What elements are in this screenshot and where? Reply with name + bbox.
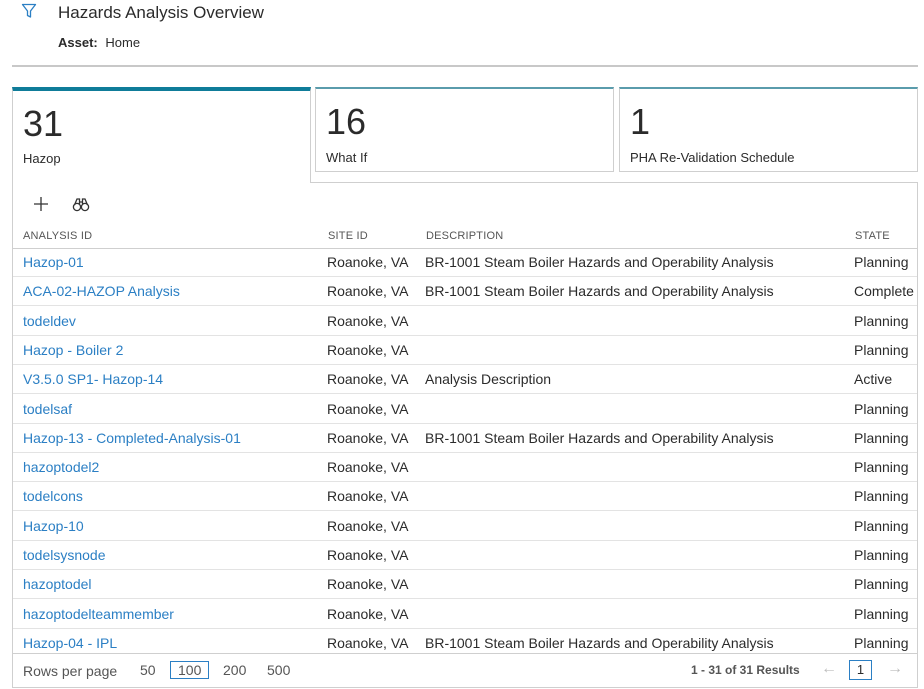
arrow-right-icon[interactable]: → — [887, 660, 903, 678]
card-hazop[interactable]: 31 Hazop — [12, 87, 311, 183]
site-id-cell: Roanoke, VA — [327, 283, 409, 300]
site-id-cell: Roanoke, VA — [327, 371, 409, 388]
description-cell: BR-1001 Steam Boiler Hazards and Operabi… — [425, 634, 774, 651]
site-id-cell: Roanoke, VA — [327, 605, 409, 622]
column-header-state[interactable]: STATE — [855, 230, 890, 242]
state-cell: Planning — [854, 312, 909, 329]
table-row[interactable]: Hazop-13 - Completed-Analysis-01 Roanoke,… — [13, 424, 917, 453]
state-cell: Planning — [854, 488, 909, 505]
site-id-cell: Roanoke, VA — [327, 634, 409, 651]
card-count: 16 — [326, 101, 367, 142]
rows-per-page-500[interactable]: 500 — [267, 662, 290, 678]
analysis-id-link[interactable]: hazoptodelteammember — [23, 606, 174, 622]
state-cell: Planning — [854, 517, 909, 534]
table-row[interactable]: hazoptodel Roanoke, VA Planning — [13, 570, 917, 600]
site-id-cell: Roanoke, VA — [327, 254, 409, 270]
table-row[interactable]: hazoptodelteammember Roanoke, VA Planning — [13, 600, 917, 629]
rows-per-page-100[interactable]: 100 — [170, 661, 210, 679]
table-row[interactable]: todeldev Roanoke, VA Planning — [13, 307, 917, 336]
site-id-cell: Roanoke, VA — [327, 547, 409, 563]
results-count: 1 - 31 of 31 Results — [691, 663, 800, 677]
column-header-analysis-id[interactable]: ANALYSIS ID — [23, 230, 92, 242]
add-icon[interactable] — [30, 193, 52, 215]
analysis-id-link[interactable]: Hazop-01 — [23, 254, 84, 270]
table-row[interactable]: Hazop-01 Roanoke, VA BR-1001 Steam Boiler … — [13, 248, 917, 277]
state-cell: Planning — [854, 341, 909, 358]
site-id-cell: Roanoke, VA — [327, 429, 409, 446]
table-row[interactable]: todelsysnode Roanoke, VA Planning — [13, 541, 917, 570]
site-id-cell: Roanoke, VA — [327, 517, 409, 534]
table-row[interactable]: hazoptodel2 Roanoke, VA Planning — [13, 453, 917, 483]
site-id-cell: Roanoke, VA — [327, 341, 409, 358]
state-cell: Active — [854, 371, 893, 388]
card-pha-revalidation[interactable]: 1 PHA Re-Validation Schedule — [619, 87, 918, 172]
state-cell: Planning — [854, 254, 909, 270]
table-row[interactable]: todelsaf Roanoke, VA Planning — [13, 395, 917, 424]
analysis-id-link[interactable]: Hazop-04 - IPL — [23, 635, 117, 651]
card-what-if[interactable]: 16 What If — [315, 87, 614, 172]
page-title: Hazards Analysis Overview — [58, 3, 264, 22]
card-count: 31 — [23, 103, 64, 144]
site-id-cell: Roanoke, VA — [327, 459, 409, 476]
analysis-id-link[interactable]: todelsysnode — [23, 547, 106, 563]
rows-per-page-50[interactable]: 50 — [140, 662, 156, 678]
state-cell: Planning — [854, 576, 909, 593]
table-row[interactable]: Hazop - Boiler 2 Roanoke, VA Planning — [13, 336, 917, 365]
site-id-cell: Roanoke, VA — [327, 400, 409, 417]
analysis-id-link[interactable]: Hazop - Boiler 2 — [23, 342, 123, 358]
state-cell: Planning — [854, 634, 909, 651]
filter-icon[interactable] — [21, 3, 37, 19]
rows-per-page-200[interactable]: 200 — [223, 662, 246, 678]
state-cell: Planning — [854, 429, 909, 446]
description-cell: BR-1001 Steam Boiler Hazards and Operabi… — [425, 254, 774, 270]
header-divider — [12, 65, 918, 67]
state-cell: Planning — [854, 547, 909, 563]
state-cell: Complete — [854, 283, 914, 300]
description-cell: BR-1001 Steam Boiler Hazards and Operabi… — [425, 429, 774, 446]
table-row[interactable]: V3.5.0 SP1- Hazop-14 Roanoke, VA Analysis … — [13, 365, 917, 395]
analysis-id-link[interactable]: Hazop-13 - Completed-Analysis-01 — [23, 430, 241, 446]
description-cell: BR-1001 Steam Boiler Hazards and Operabi… — [425, 283, 774, 300]
asset-value[interactable]: Home — [105, 35, 140, 50]
asset-breadcrumb: Asset: Home — [58, 35, 140, 50]
pagination-footer: Rows per page 50 100 200 500 1 - 31 of 3… — [13, 653, 917, 687]
column-header-description[interactable]: DESCRIPTION — [426, 230, 503, 242]
analysis-id-link[interactable]: hazoptodel2 — [23, 459, 99, 475]
card-label: Hazop — [23, 151, 61, 166]
rows-per-page-label: Rows per page — [23, 663, 118, 679]
analysis-id-link[interactable]: todelcons — [23, 488, 83, 504]
card-label: PHA Re-Validation Schedule — [630, 150, 795, 165]
table-row[interactable]: Hazop-10 Roanoke, VA Planning — [13, 512, 917, 541]
site-id-cell: Roanoke, VA — [327, 576, 409, 593]
table-row[interactable]: ACA-02-HAZOP Analysis Roanoke, VA BR-1001 … — [13, 277, 917, 307]
analysis-id-link[interactable]: hazoptodel — [23, 576, 92, 592]
page-number-button[interactable]: 1 — [849, 660, 872, 680]
analysis-id-link[interactable]: V3.5.0 SP1- Hazop-14 — [23, 371, 163, 387]
page-header: Hazards Analysis Overview Asset: Home — [0, 0, 924, 67]
card-count: 1 — [630, 101, 651, 142]
analysis-id-link[interactable]: todeldev — [23, 313, 76, 329]
site-id-cell: Roanoke, VA — [327, 488, 409, 505]
state-cell: Planning — [854, 605, 909, 622]
state-cell: Planning — [854, 400, 909, 417]
description-cell: Analysis Description — [425, 371, 552, 388]
analysis-id-link[interactable]: todelsaf — [23, 401, 72, 417]
state-cell: Planning — [854, 459, 909, 476]
analysis-id-link[interactable]: ACA-02-HAZOP Analysis — [23, 283, 180, 299]
binoculars-icon[interactable] — [70, 193, 92, 215]
asset-label: Asset: — [58, 35, 98, 50]
site-id-cell: Roanoke, VA — [327, 312, 409, 329]
card-label: What If — [326, 150, 368, 165]
column-header-site-id[interactable]: SITE ID — [328, 230, 368, 242]
table-row[interactable]: todelcons Roanoke, VA Planning — [13, 482, 917, 512]
arrow-left-icon[interactable]: ← — [821, 660, 837, 678]
analysis-id-link[interactable]: Hazop-10 — [23, 518, 84, 534]
